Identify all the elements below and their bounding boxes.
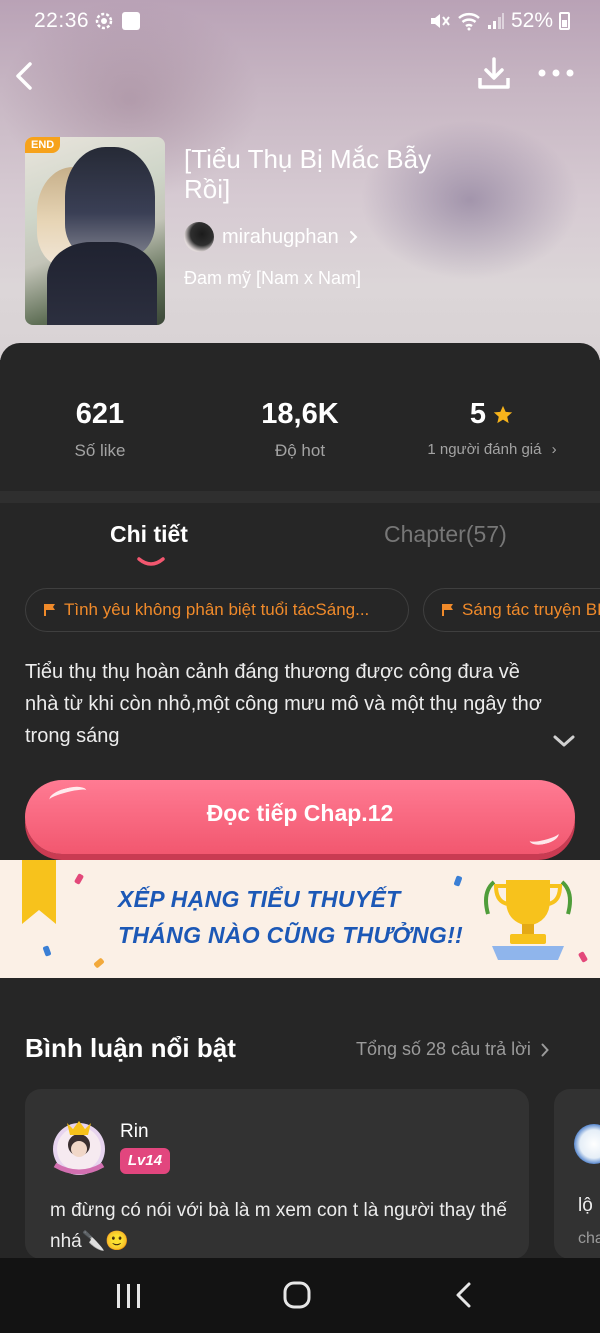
comment-card[interactable]: Rin Lv14 m đừng có nói với bà là m xem c… [25,1089,529,1259]
author-link[interactable]: mirahugphan [184,221,359,253]
rating-value: 5 [469,398,487,430]
story-description: Tiểu thụ thụ hoàn cảnh đáng thương được … [25,661,542,747]
tab-chapters[interactable]: Chapter(57) [384,521,507,548]
hot-label: Độ hot [274,441,326,460]
download-icon[interactable] [474,54,514,94]
more-options-icon[interactable] [534,58,578,88]
flag-icon [44,604,55,616]
checklist-icon [122,12,140,30]
likes-count: 621 [75,398,125,430]
mute-icon [430,14,450,28]
stats-row: 621 Số like 18,6K Độ hot 5 1 người đánh … [0,343,600,491]
stat-rating[interactable]: 5 1 người đánh giá › [392,398,592,458]
comment-meta: cha [578,1230,600,1247]
back-arrow-icon[interactable] [8,56,44,96]
chevron-right-icon [349,231,358,243]
likes-label: Số like [74,441,126,460]
chevron-down-icon[interactable] [551,733,577,749]
comment-username: Rin [120,1121,149,1142]
system-nav-bar [0,1258,600,1333]
tag-list: Tình yêu không phân biệt tuổi tácSáng...… [25,588,600,632]
banner-line-2: THÁNG NÀO CŨNG THƯỞNG!! [118,922,464,948]
ranking-promo-banner[interactable]: XẾP HẠNG TIỂU THUYẾT THÁNG NÀO CŨNG THƯỞ… [0,860,600,978]
end-badge: END [25,137,61,153]
author-name: mirahugphan [222,225,339,248]
wifi-icon [458,13,480,31]
trophy-icon [484,880,572,960]
top-nav [0,52,600,100]
story-genre: Đam mỹ [Nam x Nam] [184,268,362,288]
tag-chip[interactable]: Tình yêu không phân biệt tuổi tácSáng... [25,588,409,632]
tag-label: Tình yêu không phân biệt tuổi tácSáng... [64,600,370,619]
status-bar: 22:36 52% [0,0,600,44]
comment-text: m đừng có nói với bà là m xem con t là n… [50,1200,507,1252]
status-time: 22:36 [34,9,90,32]
bookmark-icon [22,860,56,924]
recent-apps-icon[interactable] [114,1284,144,1308]
tag-label: Sáng tác truyện BL [462,600,600,619]
tag-chip[interactable]: Sáng tác truyện BL [423,588,600,632]
settings-icon [95,12,113,30]
star-icon [493,405,513,423]
comments-total: Tổng số 28 câu trả lời [356,1039,531,1059]
battery-percent: 52% [510,9,553,32]
hot-count: 18,6K [261,398,339,430]
user-avatar [53,1121,105,1175]
chevron-right-icon: › [551,441,557,458]
signal-icon [487,13,504,29]
active-tab-indicator [137,557,165,566]
section-divider [0,491,600,503]
comment-card[interactable]: lộ cha [554,1089,600,1259]
continue-reading-label: Đọc tiếp Chap.12 [206,800,394,826]
story-title: [Tiểu Thụ Bị Mắc Bẫy Rồi] [184,144,432,204]
user-level-badge: Lv14 [120,1148,170,1174]
flag-icon [442,604,453,616]
story-cover[interactable]: END [25,137,165,325]
author-avatar [184,222,214,252]
back-icon[interactable] [454,1281,474,1309]
story-header: 22:36 52% END [Tiểu Thụ Bị Mắc Bẫy Rồi] … [0,0,600,360]
continue-reading-button[interactable]: Đọc tiếp Chap.12 [25,780,575,854]
comments-heading: Bình luận nổi bật [25,1033,236,1063]
chevron-right-icon [541,1043,549,1056]
banner-line-1: XẾP HẠNG TIỂU THUYẾT [118,886,401,912]
comments-total-link[interactable]: Tổng số 28 câu trả lời [356,1039,550,1060]
comment-text: lộ [578,1195,593,1216]
stat-likes: 621 Số like [0,398,200,461]
stat-hot: 18,6K Độ hot [200,398,400,461]
story-detail-panel: 621 Số like 18,6K Độ hot 5 1 người đánh … [0,343,600,1333]
user-avatar [574,1124,600,1164]
home-icon[interactable] [282,1280,312,1310]
battery-icon [559,12,570,30]
rating-label: 1 người đánh giá [427,441,542,458]
tab-detail[interactable]: Chi tiết [110,521,188,548]
tab-bar: Chi tiết Chapter(57) [0,511,600,571]
